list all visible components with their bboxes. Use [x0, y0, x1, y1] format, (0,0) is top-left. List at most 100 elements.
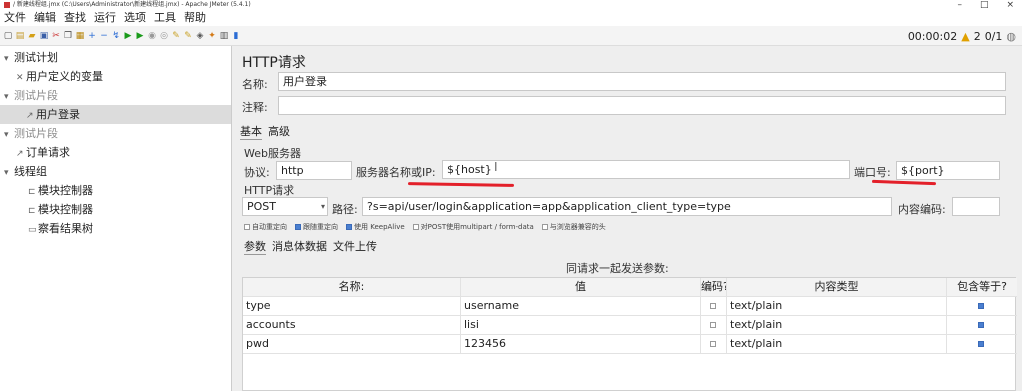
checkbox-checked-icon[interactable]: [978, 322, 984, 328]
table-row[interactable]: accounts lisi text/plain: [243, 316, 1017, 335]
option-browser-headers[interactable]: 与浏览器兼容的头: [541, 222, 606, 232]
clear-icon[interactable]: ✎: [171, 31, 181, 41]
checkbox-icon[interactable]: [709, 322, 716, 328]
param-content-type[interactable]: text/plain: [727, 335, 947, 353]
open-icon[interactable]: ▰: [27, 31, 37, 41]
help-icon[interactable]: ▮: [231, 31, 241, 41]
checkbox-icon[interactable]: [244, 224, 250, 230]
column-header-value[interactable]: 值: [461, 278, 701, 296]
run-status: 00:00:02 ▲ 2 0/1 ◍: [908, 26, 1016, 46]
tree-item-test-fragment-1[interactable]: ▾ 测试片段: [4, 86, 58, 105]
function-helper-icon[interactable]: ▥: [219, 31, 229, 41]
param-name[interactable]: type: [243, 297, 461, 315]
method-select[interactable]: POST: [242, 197, 328, 216]
option-follow-redirects[interactable]: 跟随重定向: [295, 222, 338, 232]
menu-bar: 文件 编辑 查找 运行 选项 工具 帮助: [0, 10, 1022, 26]
encoding-field[interactable]: [952, 197, 1000, 216]
paste-icon[interactable]: ▦: [75, 31, 85, 41]
chevron-down-icon[interactable]: ▾: [321, 202, 325, 211]
tree-item-module-controller-2[interactable]: ⊏ 模块控制器: [28, 200, 93, 219]
checkbox-checked-icon[interactable]: [346, 224, 352, 230]
checkbox-icon[interactable]: [709, 303, 716, 309]
name-field[interactable]: 用户登录: [278, 72, 1006, 91]
collapse-icon[interactable]: −: [99, 31, 109, 41]
tree-item-user-variables[interactable]: ✕ 用户定义的变量: [16, 67, 103, 86]
tree-item-thread-group[interactable]: ▾ 线程组: [4, 162, 47, 181]
start-no-pause-icon[interactable]: ▶: [135, 31, 145, 41]
checkbox-checked-icon[interactable]: [978, 303, 984, 309]
param-value[interactable]: username: [461, 297, 701, 315]
menu-edit[interactable]: 编辑: [34, 10, 56, 26]
reset-search-icon[interactable]: ✦: [207, 31, 217, 41]
param-value[interactable]: lisi: [461, 316, 701, 334]
expand-arrow-icon[interactable]: ▾: [4, 50, 14, 69]
menu-search[interactable]: 查找: [64, 10, 86, 26]
protocol-field[interactable]: http: [276, 161, 352, 180]
expand-arrow-icon[interactable]: ▾: [4, 164, 14, 183]
tree-item-test-fragment-2[interactable]: ▾ 测试片段: [4, 124, 58, 143]
expand-arrow-icon[interactable]: ▾: [4, 126, 14, 145]
port-field[interactable]: ${port}: [896, 161, 1000, 180]
new-icon[interactable]: ▢: [3, 31, 13, 41]
param-content-type[interactable]: text/plain: [727, 297, 947, 315]
server-field[interactable]: ${host}: [442, 160, 850, 179]
option-multipart[interactable]: 对POST使用multipart / form-data: [412, 222, 534, 232]
save-icon[interactable]: ▣: [39, 31, 49, 41]
templates-icon[interactable]: ▤: [15, 31, 25, 41]
tree-item-module-controller-1[interactable]: ⊏ 模块控制器: [28, 181, 93, 200]
checkbox-icon[interactable]: [709, 341, 716, 347]
close-button[interactable]: ×: [1006, 0, 1014, 10]
encode-checkbox[interactable]: [701, 297, 727, 315]
param-name[interactable]: pwd: [243, 335, 461, 353]
tab-advanced[interactable]: 高级: [268, 123, 290, 140]
include-equals-checkbox[interactable]: [947, 335, 1017, 353]
checkbox-icon[interactable]: [541, 224, 548, 230]
expand-icon[interactable]: +: [87, 31, 97, 41]
option-auto-redirect[interactable]: 自动重定向: [244, 222, 287, 232]
menu-file[interactable]: 文件: [4, 10, 26, 26]
stop-icon[interactable]: ◉: [147, 31, 157, 41]
shutdown-icon[interactable]: ◎: [159, 31, 169, 41]
column-header-encode[interactable]: 编码?: [701, 278, 727, 296]
tab-body-data[interactable]: 消息体数据: [272, 238, 327, 255]
menu-options[interactable]: 选项: [124, 10, 146, 26]
option-keepalive[interactable]: 使用 KeepAlive: [346, 222, 405, 232]
param-content-type[interactable]: text/plain: [727, 316, 947, 334]
menu-run[interactable]: 运行: [94, 10, 116, 26]
path-field[interactable]: ?s=api/user/login&application=app&applic…: [362, 197, 892, 216]
menu-help[interactable]: 帮助: [184, 10, 206, 26]
param-name[interactable]: accounts: [243, 316, 461, 334]
remote-icon[interactable]: ◍: [1006, 30, 1016, 43]
clear-all-icon[interactable]: ✎: [183, 31, 193, 41]
tree-item-order-request[interactable]: ↗ 订单请求: [16, 143, 70, 162]
tab-files-upload[interactable]: 文件上传: [333, 238, 377, 255]
tree-item-view-results-tree[interactable]: ▭察看结果树: [28, 219, 93, 238]
param-value[interactable]: 123456: [461, 335, 701, 353]
minimize-button[interactable]: –: [957, 0, 962, 10]
tree-item-user-login[interactable]: ↗ 用户登录: [0, 105, 231, 124]
table-row[interactable]: pwd 123456 text/plain: [243, 335, 1017, 354]
warning-icon[interactable]: ▲: [961, 30, 969, 43]
checkbox-checked-icon[interactable]: [295, 224, 301, 230]
checkbox-icon[interactable]: [412, 224, 419, 230]
comment-field[interactable]: [278, 96, 1006, 115]
maximize-button[interactable]: □: [980, 0, 989, 10]
include-equals-checkbox[interactable]: [947, 316, 1017, 334]
toggle-icon[interactable]: ↯: [111, 31, 121, 41]
cut-icon[interactable]: ✂: [51, 31, 61, 41]
copy-icon[interactable]: ❐: [63, 31, 73, 41]
tab-parameters[interactable]: 参数: [244, 238, 266, 255]
column-header-content-type[interactable]: 内容类型: [727, 278, 947, 296]
tab-basic[interactable]: 基本: [240, 123, 262, 140]
tree-item-test-plan[interactable]: ▾ 测试计划: [4, 48, 58, 67]
encode-checkbox[interactable]: [701, 335, 727, 353]
encode-checkbox[interactable]: [701, 316, 727, 334]
search-icon[interactable]: ◈: [195, 31, 205, 41]
table-row[interactable]: type username text/plain: [243, 297, 1017, 316]
column-header-include-equals[interactable]: 包含等于?: [947, 278, 1017, 296]
column-header-name[interactable]: 名称:: [243, 278, 461, 296]
start-icon[interactable]: ▶: [123, 31, 133, 41]
include-equals-checkbox[interactable]: [947, 297, 1017, 315]
menu-tools[interactable]: 工具: [154, 10, 176, 26]
checkbox-checked-icon[interactable]: [978, 341, 984, 347]
